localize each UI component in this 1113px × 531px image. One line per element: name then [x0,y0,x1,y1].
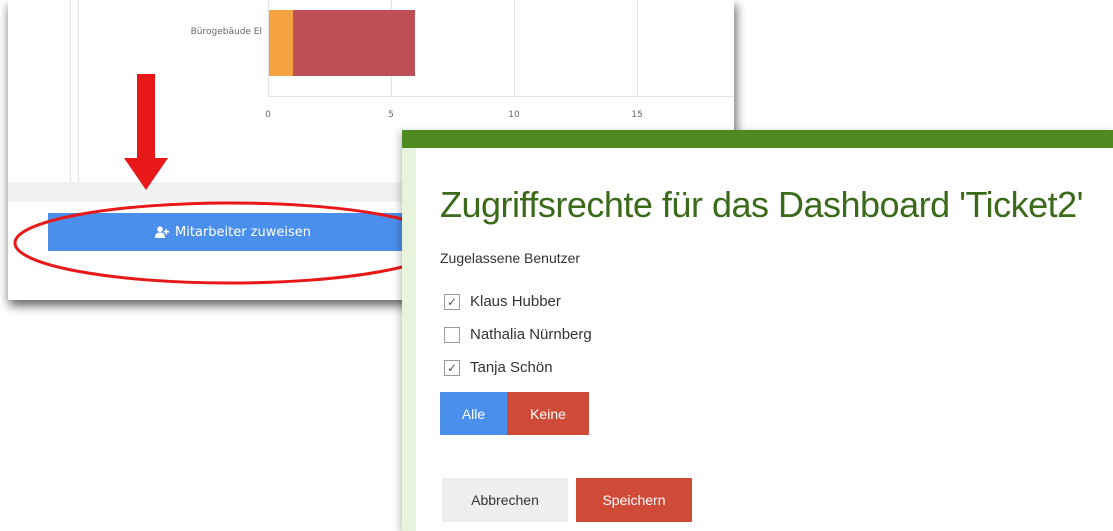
axis-tick-label: 10 [508,110,520,120]
cancel-button[interactable]: Abbrechen [442,478,568,522]
select-all-button[interactable]: Alle [440,392,507,435]
user-option-klaus[interactable]: ✓ Klaus Hubber [444,293,561,310]
select-none-button[interactable]: Keine [507,392,589,435]
user-name: Klaus Hubber [470,293,561,310]
axis-tick-label: 5 [388,110,394,120]
dialog-title: Zugriffsrechte für das Dashboard 'Ticket… [440,184,1084,225]
panel-divider [70,0,71,182]
user-option-nathalia[interactable]: Nathalia Nürnberg [444,326,592,343]
user-option-tanja[interactable]: ✓ Tanja Schön [444,359,553,376]
checkbox-checked[interactable]: ✓ [444,293,460,310]
grid-line [514,0,515,96]
chart-category-label: Bürogebäude El [190,27,262,37]
annotation-ellipse [13,201,447,285]
chart-axis [268,96,734,97]
axis-tick-label: 0 [265,110,271,120]
dialog-header-bar [402,130,1113,148]
checkbox-checked[interactable]: ✓ [444,359,460,376]
checkbox-unchecked[interactable] [444,326,460,343]
panel-divider [78,0,79,182]
annotation-arrow-icon [124,74,168,190]
access-rights-dialog: Zugriffsrechte für das Dashboard 'Ticket… [402,130,1113,531]
user-name: Nathalia Nürnberg [470,326,592,343]
user-name: Tanja Schön [470,359,553,376]
dialog-side-strip [402,148,416,531]
axis-tick-label: 15 [631,110,643,120]
bar-segment-red [293,10,415,76]
grid-line [637,0,638,96]
bar-segment-orange [269,10,293,76]
allowed-users-label: Zugelassene Benutzer [440,250,581,266]
save-button[interactable]: Speichern [576,478,692,522]
